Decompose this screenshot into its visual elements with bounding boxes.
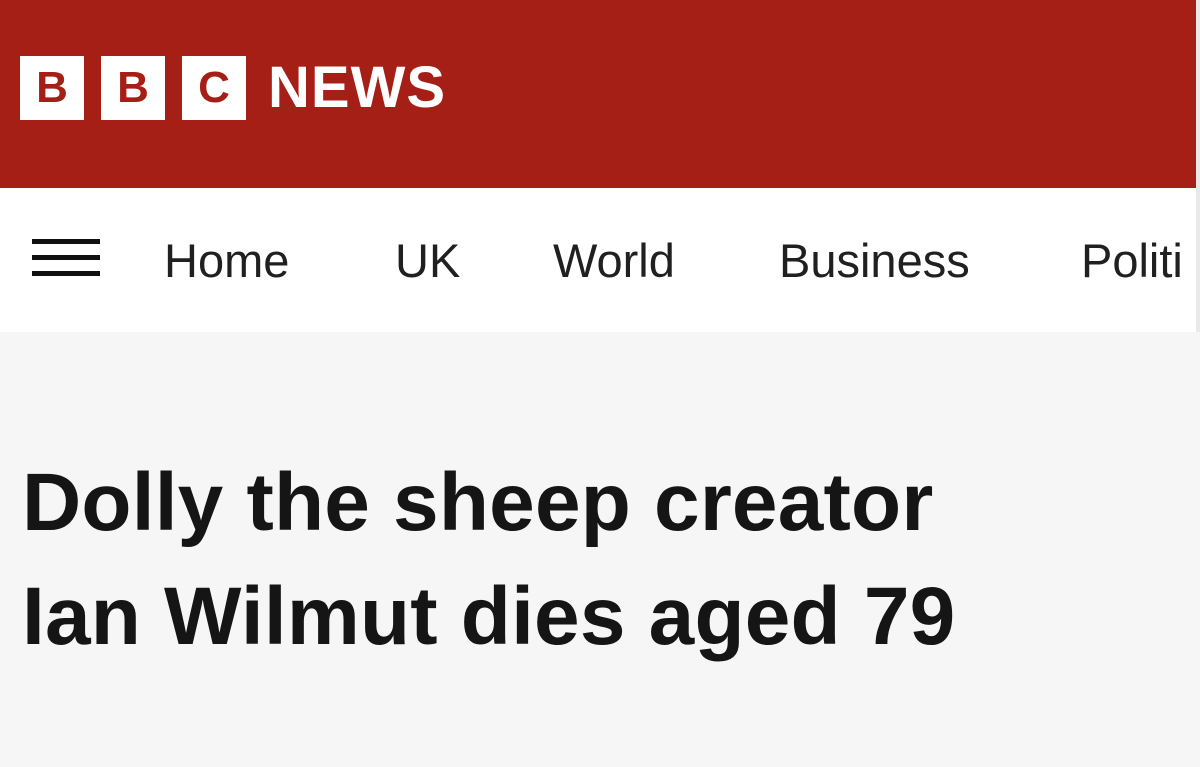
article-headline-line-2: Ian Wilmut dies aged 79 <box>22 571 956 662</box>
bbc-logo-letter-b-second: B <box>101 56 165 120</box>
masthead: B B C NEWS <box>0 0 1196 188</box>
bbc-logo-letter-c: C <box>182 56 246 120</box>
hamburger-menu-line-top <box>32 239 100 244</box>
bbc-logo-letter-b-first: B <box>20 56 84 120</box>
news-wordmark: NEWS <box>268 55 446 120</box>
nav-item-politics-partial[interactable]: Politi <box>1081 234 1183 287</box>
nav-item-uk[interactable]: UK <box>395 234 460 287</box>
article-headline: Dolly the sheep creator Ian Wilmut dies … <box>22 446 1182 674</box>
screen-edge <box>1196 0 1200 332</box>
nav-item-world[interactable]: World <box>553 234 675 287</box>
hamburger-menu-line-bottom <box>32 271 100 276</box>
main-navigation: Home UK World Business Politi <box>0 188 1196 332</box>
hamburger-menu-line-middle <box>32 255 100 260</box>
article-headline-line-1: Dolly the sheep creator <box>22 457 934 548</box>
nav-item-business[interactable]: Business <box>779 234 970 287</box>
hamburger-menu-icon[interactable] <box>30 234 102 284</box>
bbc-news-screen: B B C NEWS Home UK World Business Politi… <box>0 0 1200 767</box>
nav-item-home[interactable]: Home <box>164 234 289 287</box>
